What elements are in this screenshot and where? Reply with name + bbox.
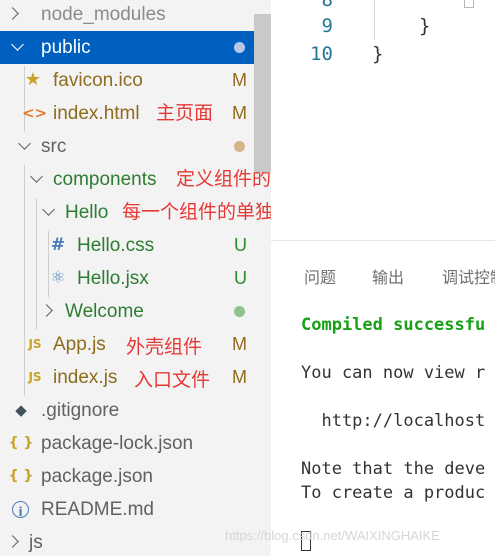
tree-item-label: node_modules [41, 4, 166, 25]
indent-guide [374, 0, 375, 40]
bottom-panel: 问题 输出 调试控制 Compiled successfu You can no… [271, 240, 495, 557]
tree-item-label: Hello.jsx [77, 268, 149, 289]
tree-item-hello[interactable]: Hello 每一个组件的单独目录 [0, 196, 271, 229]
code-editor[interactable]: 8 9 } 10 } [271, 0, 495, 240]
tree-item-label: js [29, 532, 43, 553]
terminal-line: You can now view r [301, 363, 486, 383]
code-line: } [372, 43, 384, 65]
explorer-scrollbar[interactable] [254, 14, 271, 172]
tree-item-node-modules[interactable]: node_modules [0, 0, 271, 31]
tree-item-label: src [41, 136, 67, 157]
tree-item-package-lock-json[interactable]: { } package-lock.json [0, 427, 271, 460]
info-icon-glyph: i [18, 505, 23, 519]
js-icon: JS [28, 370, 42, 384]
tree-item-hello-jsx[interactable]: ⚛ Hello.jsx U [0, 262, 271, 295]
chevron-right-icon [6, 7, 19, 20]
tree-item-readme-md[interactable]: i README.md [0, 493, 271, 526]
git-status-badge: U [234, 268, 247, 288]
tree-item-src[interactable]: src [0, 130, 271, 163]
bracket-match-box [464, 0, 474, 8]
tree-item-favicon-ico[interactable]: ★ favicon.ico M [0, 64, 271, 97]
info-icon: i [12, 501, 29, 519]
tree-item-label: index.html [53, 103, 140, 124]
tab-output[interactable]: 输出 [372, 264, 404, 288]
tree-item-welcome[interactable]: Welcome [0, 295, 271, 328]
tab-problems[interactable]: 问题 [304, 264, 336, 288]
git-diamond-icon: ◆ [15, 401, 27, 419]
line-number: 10 [310, 43, 333, 65]
tree-item-components[interactable]: components 定义组件的目录 [0, 163, 271, 196]
annotation-shell-component: 外壳组件 [126, 337, 203, 358]
js-icon: JS [28, 337, 42, 351]
tab-debug-console[interactable]: 调试控制 [442, 264, 495, 288]
watermark: https://blog.csdn.net/WAIXINGHAIKE [225, 528, 440, 543]
terminal-line: http://localhost [301, 411, 486, 431]
json-braces-icon: { } [8, 468, 34, 484]
tree-item-label: components [53, 169, 157, 190]
tree-item-label: index.js [53, 367, 118, 388]
annotation-component-dir: 每一个组件的单独目录 [122, 202, 271, 223]
tree-item-hello-css[interactable]: # Hello.css U [0, 229, 271, 262]
git-status-badge: U [234, 235, 247, 255]
folder-modified-dot [234, 141, 245, 152]
code-brackets-icon: <> [22, 104, 48, 122]
folder-untracked-dot [234, 306, 245, 317]
tree-item-label: public [41, 37, 91, 58]
chevron-down-icon [42, 203, 55, 216]
tree-item-index-html[interactable]: <> index.html 主页面 M [0, 97, 271, 130]
annotation-entry-file: 入口文件 [134, 370, 211, 391]
line-number: 9 [321, 15, 333, 37]
git-status-badge: M [232, 334, 247, 354]
chevron-down-icon [30, 170, 43, 183]
tree-item-gitignore[interactable]: ◆ .gitignore [0, 394, 271, 427]
code-line: } [419, 15, 431, 37]
explorer-sidebar: node_modules public ★ favicon.ico M <> i… [0, 0, 271, 556]
hash-icon: # [50, 235, 66, 255]
tree-item-label: Welcome [65, 301, 144, 322]
folder-modified-dot [234, 42, 245, 53]
tree-item-label: favicon.ico [53, 70, 143, 91]
tree-item-label: .gitignore [41, 400, 120, 421]
tree-item-label: Hello.css [77, 235, 155, 256]
tree-item-app-js[interactable]: JS App.js 外壳组件 M [0, 328, 271, 361]
tree-item-label: package.json [41, 466, 153, 487]
tree-item-label: package-lock.json [41, 433, 194, 454]
tree-item-index-js[interactable]: JS index.js 入口文件 M [0, 361, 271, 394]
tree-item-public[interactable]: public [0, 31, 271, 64]
git-status-badge: M [232, 367, 247, 387]
json-braces-icon: { } [8, 435, 34, 451]
star-icon: ★ [24, 69, 42, 90]
git-status-badge: M [232, 103, 247, 123]
terminal-line: Note that the deve [301, 459, 486, 479]
annotation-main-page: 主页面 [156, 103, 214, 124]
tree-item-label: Hello [65, 202, 109, 223]
tree-item-label: README.md [41, 499, 154, 520]
chevron-down-icon [18, 137, 31, 150]
terminal-line: To create a produc [301, 483, 486, 503]
chevron-right-icon [40, 304, 53, 317]
react-atom-icon: ⚛ [50, 268, 66, 288]
terminal-line: Compiled successfu [301, 315, 486, 335]
tree-item-package-json[interactable]: { } package.json [0, 460, 271, 493]
chevron-right-icon [6, 535, 19, 548]
tree-item-label: App.js [53, 334, 106, 355]
git-status-badge: M [232, 70, 247, 90]
chevron-down-icon [11, 38, 24, 51]
